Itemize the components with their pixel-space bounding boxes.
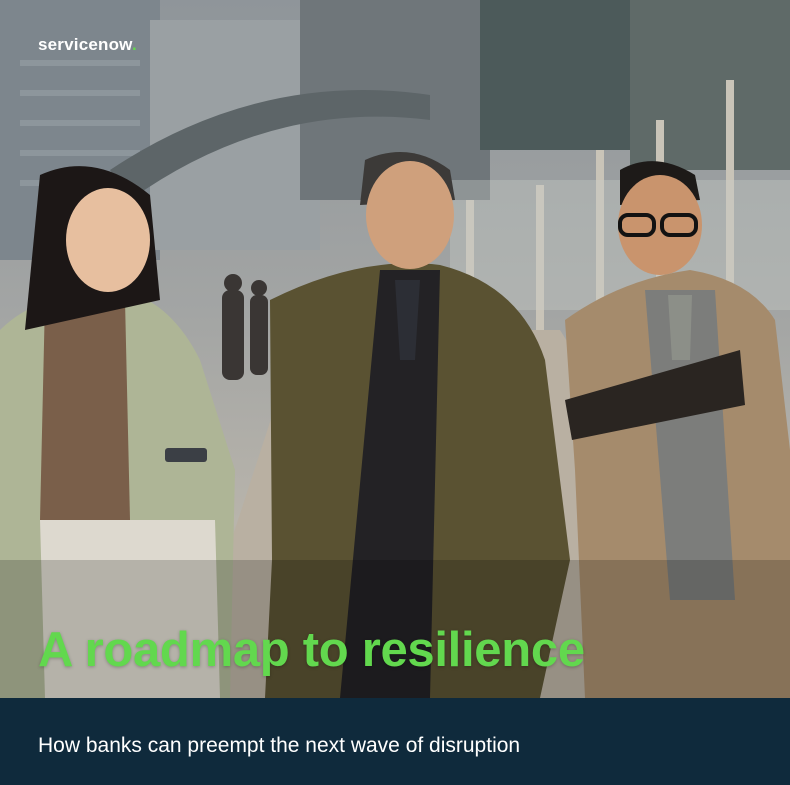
subtitle-band: How banks can preempt the next wave of d…: [0, 698, 790, 785]
servicenow-logo: servicenow.: [38, 35, 137, 55]
hero-photo: [0, 0, 790, 698]
building-right: [630, 0, 790, 170]
distant-pedestrians: [222, 274, 268, 380]
cover-subtitle: How banks can preempt the next wave of d…: [38, 734, 521, 757]
report-cover: servicenow. A roadmap to resilience How …: [0, 0, 790, 785]
hero-illustration: [0, 0, 790, 698]
building-glass: [480, 0, 640, 150]
logo-wordmark: servicenow: [38, 35, 132, 54]
cover-title: A roadmap to resilience: [38, 623, 585, 677]
logo-dot: .: [131, 35, 137, 54]
